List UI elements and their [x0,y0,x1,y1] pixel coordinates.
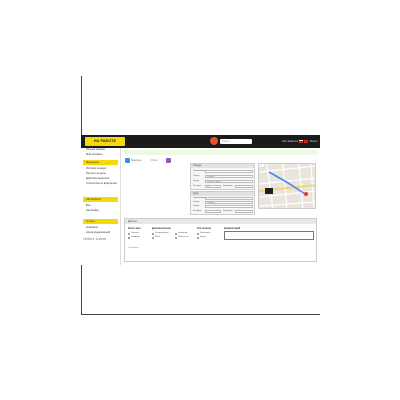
user-name[interactable]: Имя Фамилия [282,139,298,144]
driver-tab-label[interactable]: Водитель [131,159,142,162]
sidebar: Личный кабинет Мой профиль Маршруты Исто… [81,148,121,265]
to-org-input[interactable] [205,197,253,200]
payment-heading: Тип оплаты [197,227,211,230]
sidebar-section-cars[interactable]: Автомобили [83,197,118,202]
to-street-input[interactable]: Укажите [205,201,253,204]
top-bar: НА РАБОТЕ Поиск Имя Фамилия Выйти [81,135,320,148]
from-panel-title: Откуда [191,164,254,168]
field-label: № дома [193,209,202,212]
driver-tab-icon[interactable] [125,158,130,163]
notice-banner [124,150,317,155]
details-panel: Детали Класс авто Эконом Комфорт Дополни… [124,218,317,262]
field-label: Город [193,180,199,182]
field-label: Улица [193,201,200,203]
frame-border-bottom [81,314,320,315]
to-apt-input[interactable] [235,209,253,213]
from-apt-input[interactable] [235,185,253,188]
extras-ac-checkbox[interactable]: Кондиционер [152,232,169,235]
report-tab-label[interactable]: Отчет [151,159,158,162]
sidebar-link-driver-stats[interactable]: Статистика по водителям [86,182,117,185]
from-street-input[interactable]: Укажите [205,175,253,178]
record-button[interactable] [210,137,218,145]
route-map[interactable] [258,163,316,209]
field-label: Квартира [223,185,233,187]
report-tab-icon[interactable] [166,158,171,163]
online-status: Online Users [83,236,107,241]
details-title: Детали [125,219,316,224]
from-org-input[interactable] [205,170,253,173]
ru-flag-icon[interactable] [299,140,303,143]
field-label: Улица [193,175,200,177]
car-class-comfort-radio[interactable]: Комфорт [128,236,140,239]
save-link[interactable]: Сохранить [128,247,139,250]
comment-textarea[interactable] [224,231,314,240]
search-input[interactable]: Поиск [220,138,252,144]
sidebar-link-settings[interactable]: Настройки [86,209,99,212]
to-city-input[interactable] [205,205,253,208]
payment-card-radio[interactable]: Карта [197,236,206,239]
to-panel-title: Куда [191,192,254,196]
sidebar-link-driver-actions[interactable]: Действия водителя [86,177,109,180]
sidebar-link-forecast[interactable]: Прогноз на день [86,172,106,175]
field-label: Город [193,205,199,207]
comment-heading: Комментарий [224,227,241,230]
car-class-heading: Класс авто [128,227,141,230]
map-canvas [259,164,315,208]
sidebar-link-history[interactable]: История поездок [86,167,106,170]
sidebar-link-notifications[interactable]: Архив уведомлений [86,231,110,234]
app-window: НА РАБОТЕ Поиск Имя Фамилия Выйти Личный… [81,135,320,265]
extras-heading: Дополнительно [152,227,171,230]
field-label: Квартира [223,209,233,212]
en-flag-icon[interactable] [304,140,308,143]
sidebar-link-company[interactable]: Компания [86,226,98,229]
extras-trunk-checkbox[interactable]: Багажник [175,232,187,235]
field-label: № дома [193,185,202,187]
sidebar-section-routes[interactable]: Маршруты [83,160,118,165]
sidebar-link-profile[interactable]: Мой профиль [86,153,103,156]
to-panel: Куда Организация Улица Укажите Город № д… [190,191,255,215]
sidebar-link-cabinet[interactable]: Личный кабинет [86,148,106,151]
to-house-input[interactable] [205,209,221,213]
car-class-economy-radio[interactable]: Эконом [128,232,139,235]
from-panel: Откуда Организация Улица Укажите Город У… [190,163,255,190]
extras-pets-checkbox[interactable]: Животные [175,236,189,239]
logo[interactable]: НА РАБОТЕ [85,137,125,146]
extras-wifi-checkbox[interactable]: Wi-Fi [152,236,160,239]
from-city-input[interactable]: Укажите город [205,180,253,183]
logout-link[interactable]: Выйти [310,139,317,144]
from-house-input[interactable]: 20 [205,185,221,188]
main-content: Водитель Отчет Откуда Организация Улица … [121,148,320,265]
sidebar-link-all[interactable]: Все [86,204,90,207]
sidebar-section-reports[interactable]: Отчеты [83,219,118,224]
payment-cash-radio[interactable]: Наличные [197,232,210,235]
